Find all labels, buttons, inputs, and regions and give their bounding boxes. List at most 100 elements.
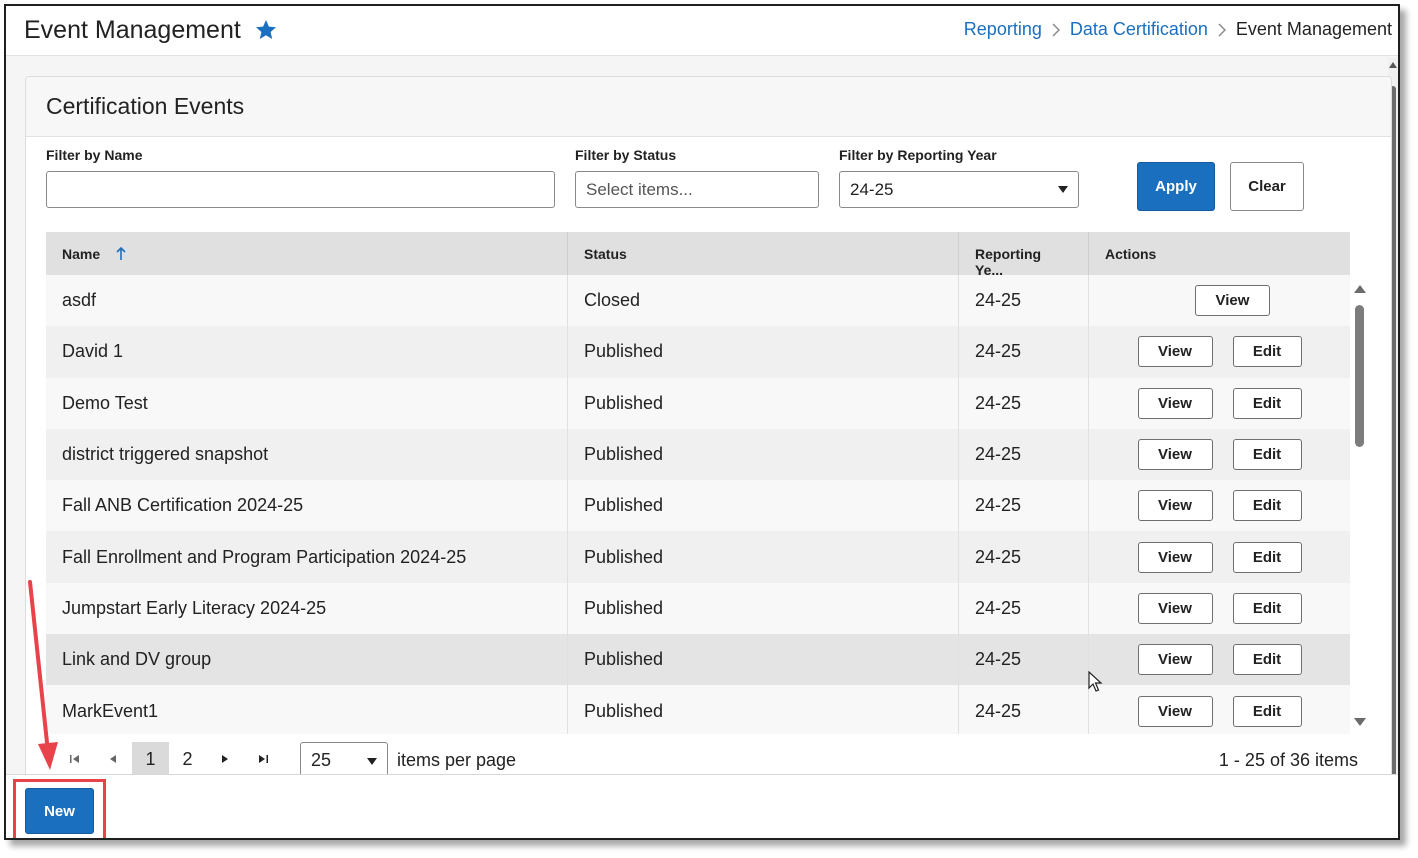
table-scrollbar[interactable] [1350, 275, 1368, 734]
star-icon[interactable] [254, 18, 278, 42]
certification-events-card: Certification Events Filter by Name Filt… [25, 76, 1392, 786]
cell-actions: View Edit [1089, 429, 1350, 480]
cell-status: Published [568, 428, 959, 481]
cell-name: David 1 [46, 326, 568, 378]
edit-button[interactable]: Edit [1232, 695, 1302, 727]
last-page-icon[interactable] [256, 752, 270, 766]
table-row: Fall ANB Certification 2024-25 Published… [46, 480, 1350, 532]
scroll-down-icon[interactable] [1354, 718, 1366, 726]
edit-button[interactable]: Edit [1232, 644, 1302, 676]
view-button[interactable]: View [1137, 541, 1213, 573]
cell-year: 24-25 [959, 326, 1089, 378]
cell-actions: View Edit [1089, 583, 1350, 634]
column-header-status[interactable]: Status [568, 232, 959, 275]
cell-name: district triggered snapshot [46, 428, 568, 481]
next-page-icon[interactable] [218, 752, 232, 766]
view-button[interactable]: View [1137, 387, 1213, 419]
previous-page-icon[interactable] [106, 752, 120, 766]
scroll-up-icon[interactable] [1389, 62, 1397, 68]
filter-name-label: Filter by Name [46, 147, 143, 163]
view-button[interactable]: View [1195, 285, 1270, 317]
page-size-select[interactable]: 25 [300, 742, 388, 778]
table-row: Jumpstart Early Literacy 2024-25 Publish… [46, 582, 1350, 635]
edit-button[interactable]: Edit [1232, 439, 1302, 471]
page-size-value: 25 [311, 750, 332, 770]
cell-name: Fall Enrollment and Program Participatio… [46, 531, 568, 583]
clear-button[interactable]: Clear [1230, 162, 1304, 211]
view-button[interactable]: View [1137, 439, 1213, 471]
cell-name: Demo Test [46, 377, 568, 429]
breadcrumb: Reporting Data Certification Event Manag… [964, 19, 1392, 40]
cell-name: MarkEvent1 [46, 685, 568, 734]
filter-year-select[interactable]: 24-25 [839, 171, 1079, 208]
new-button[interactable]: New [25, 788, 94, 834]
page-size-label: items per page [397, 750, 517, 770]
table-row: asdf Closed 24-25 View [46, 275, 1350, 327]
table-row: district triggered snapshot Published 24… [46, 428, 1350, 481]
table-row: Demo Test Published 24-25 View Edit [46, 377, 1350, 429]
card-header: Certification Events [26, 77, 1391, 137]
page-title: Event Management [24, 16, 241, 44]
cell-status: Published [568, 685, 959, 734]
column-header-reporting-year[interactable]: Reporting Ye... [959, 232, 1089, 278]
cell-actions: View Edit [1089, 531, 1350, 582]
scroll-up-icon[interactable] [1354, 285, 1366, 293]
edit-button[interactable]: Edit [1232, 541, 1302, 573]
cell-actions: View Edit [1089, 326, 1350, 377]
filter-year-label: Filter by Reporting Year [839, 147, 997, 163]
pagination: 1 2 25 items per page 1 - 25 of 36 items [46, 742, 1368, 778]
breadcrumb-current: Event Management [1235, 19, 1392, 39]
table-row: Fall Enrollment and Program Participatio… [46, 531, 1350, 583]
pagination-summary: 1 - 25 of 36 items [1218, 750, 1358, 770]
sort-ascending-icon [116, 247, 126, 260]
table-row: MarkEvent1 Published 24-25 View Edit [46, 685, 1350, 734]
edit-button[interactable]: Edit [1232, 490, 1302, 522]
cell-actions: View Edit [1089, 480, 1350, 531]
chevron-right-icon [1052, 22, 1060, 37]
cell-status: Published [568, 634, 959, 686]
cell-name: Fall ANB Certification 2024-25 [46, 480, 568, 532]
edit-button[interactable]: Edit [1232, 336, 1302, 368]
apply-button[interactable]: Apply [1137, 162, 1215, 211]
cell-year: 24-25 [959, 685, 1089, 734]
page-1-button[interactable]: 1 [132, 742, 169, 776]
page-header: Event Management Reporting Data Certific… [6, 6, 1398, 56]
cell-status: Published [568, 326, 959, 378]
cell-status: Published [568, 377, 959, 429]
cell-year: 24-25 [959, 428, 1089, 481]
column-header-actions: Actions [1105, 246, 1157, 262]
page-2-button[interactable]: 2 [169, 742, 206, 776]
table-row: David 1 Published 24-25 View Edit [46, 326, 1350, 378]
breadcrumb-data-certification[interactable]: Data Certification [1070, 19, 1208, 40]
view-button[interactable]: View [1137, 695, 1213, 727]
filter-status-multiselect[interactable] [575, 171, 819, 208]
cell-year: 24-25 [959, 634, 1089, 686]
first-page-icon[interactable] [68, 752, 82, 766]
view-button[interactable]: View [1137, 644, 1213, 676]
chevron-right-icon [1218, 22, 1226, 37]
breadcrumb-reporting[interactable]: Reporting [964, 19, 1042, 40]
view-button[interactable]: View [1137, 336, 1213, 368]
cell-year: 24-25 [959, 275, 1089, 327]
cell-year: 24-25 [959, 480, 1089, 532]
edit-button[interactable]: Edit [1232, 387, 1302, 419]
cell-year: 24-25 [959, 582, 1089, 635]
mouse-cursor-icon [1088, 671, 1103, 692]
filter-status-label: Filter by Status [575, 147, 677, 163]
cell-actions: View [1089, 275, 1350, 326]
cell-status: Published [568, 480, 959, 532]
card-title: Certification Events [46, 93, 245, 119]
scrollbar-thumb[interactable] [1355, 305, 1364, 447]
edit-button[interactable]: Edit [1232, 592, 1302, 624]
view-button[interactable]: View [1137, 490, 1213, 522]
filter-name-input[interactable] [46, 171, 555, 208]
cell-name: Jumpstart Early Literacy 2024-25 [46, 582, 568, 635]
cell-actions: View Edit [1089, 378, 1350, 429]
events-table: Name Status Reporting Ye... Actions asdf… [46, 232, 1368, 734]
column-header-name[interactable]: Name [46, 232, 568, 275]
table-row: Link and DV group Published 24-25 View E… [46, 634, 1350, 686]
view-button[interactable]: View [1137, 592, 1213, 624]
table-body: asdf Closed 24-25 View David 1 Published… [46, 275, 1350, 734]
cell-year: 24-25 [959, 377, 1089, 429]
action-bar: New [6, 774, 1398, 838]
